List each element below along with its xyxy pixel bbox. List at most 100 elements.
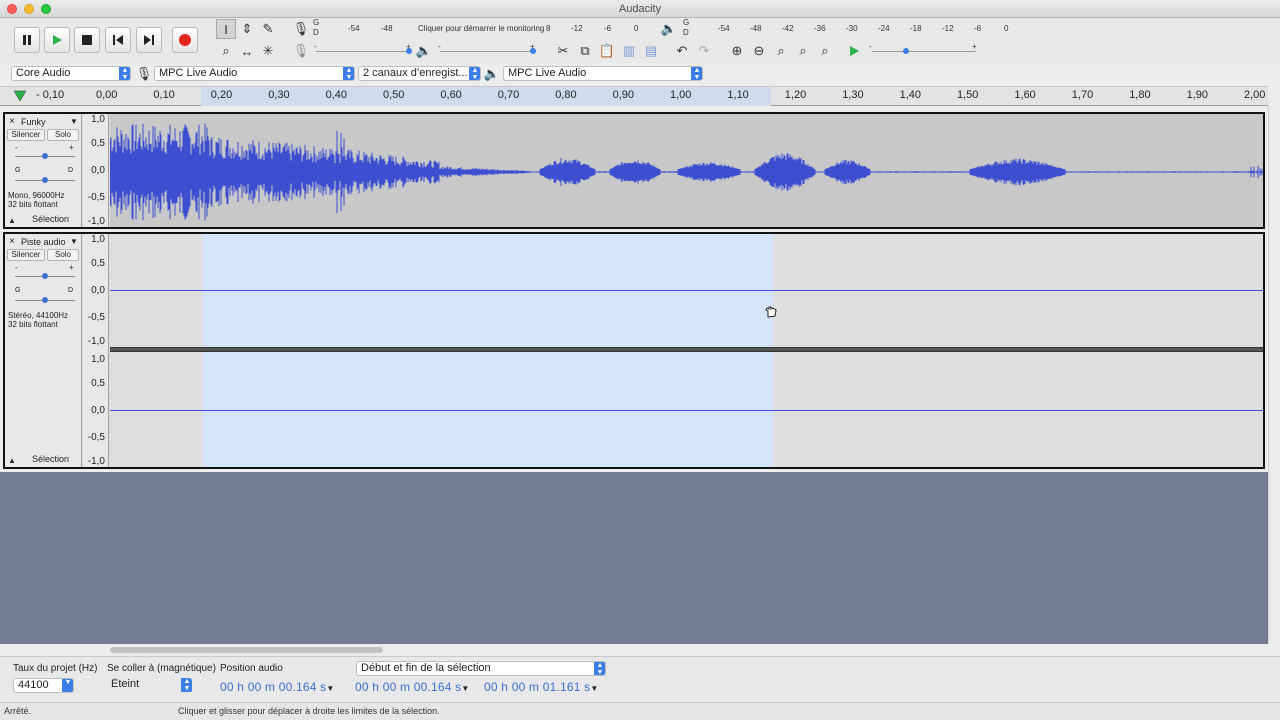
pan-slider[interactable] <box>15 297 75 303</box>
vertical-scrollbar[interactable] <box>1268 106 1280 644</box>
vertical-scale[interactable]: 1,0 0,5 0,0 -0,5 -1,0 <box>83 114 109 227</box>
ruler-tick-label: 1,80 <box>1129 89 1151 101</box>
fit-selection-button[interactable]: ⌕ <box>771 41 791 61</box>
redo-button[interactable]: ↷ <box>694 41 714 61</box>
ruler-tick-label: 0,10 <box>153 89 175 101</box>
zoom-tool[interactable]: ⌕ <box>216 41 236 61</box>
play-scale-tick: -30 <box>846 24 858 33</box>
slider-thumb[interactable] <box>42 153 48 159</box>
silence-button[interactable]: ▤ <box>641 41 661 61</box>
zoom-out-button[interactable]: ⊖ <box>749 41 769 61</box>
timeline-ruler[interactable]: - 0,10 0,00 0,10 0,20 0,30 0,40 0,50 0,60 0,70 0,… <box>0 86 1268 106</box>
scissors-icon: ✂ <box>557 43 569 58</box>
solo-button[interactable]: Solo <box>47 129 79 141</box>
zoom-in-button[interactable]: ⊕ <box>727 41 747 61</box>
gain-slider[interactable] <box>15 273 75 279</box>
output-device-icon: 🔈 <box>482 64 502 84</box>
track-header[interactable]: × Piste audio ▼ <box>5 236 82 248</box>
selection-start-field[interactable]: 00 h 00 m 00.164 s▼ <box>355 679 480 695</box>
track-menu-chevron-icon[interactable]: ▼ <box>70 117 78 126</box>
copy-button[interactable]: ⧉ <box>575 41 595 61</box>
track-header[interactable]: × Funky ▼ <box>5 116 82 128</box>
collapse-track-icon[interactable]: ▲ <box>8 216 16 225</box>
timeline-options-icon[interactable] <box>13 90 27 102</box>
selection-end-field[interactable]: 00 h 00 m 01.161 s▼ <box>484 679 609 695</box>
chevron-down-icon: ▼ <box>461 684 470 693</box>
record-icon <box>179 34 191 46</box>
select-track-button[interactable]: Sélection <box>23 454 78 466</box>
slider-thumb[interactable] <box>42 177 48 183</box>
selection-tool[interactable]: I <box>216 19 236 39</box>
channels-select[interactable]: 2 canaux d’enregist... ▲ ▼ <box>358 66 481 81</box>
chevron-updown-icon: ▲ ▼ <box>119 67 130 80</box>
horizontal-scrollbar[interactable] <box>0 644 1268 656</box>
track-menu-chevron-icon[interactable]: ▼ <box>70 237 78 246</box>
stop-button[interactable] <box>74 27 100 53</box>
scale-label: 1,0 <box>91 114 105 125</box>
waveform-area[interactable] <box>110 114 1263 227</box>
track-close-icon[interactable]: × <box>9 116 15 127</box>
audio-host-select[interactable]: Core Audio ▲ ▼ <box>11 66 131 81</box>
envelope-tool[interactable]: ⇕ <box>237 19 257 39</box>
slider-thumb[interactable] <box>42 297 48 303</box>
close-window-button[interactable] <box>7 4 17 14</box>
zoom-toggle-icon: ⌕ <box>821 43 829 58</box>
cut-button[interactable]: ✂ <box>553 41 573 61</box>
empty-track-area[interactable] <box>0 472 1268 644</box>
track-format: Mono, 96000Hz <box>8 191 65 200</box>
scale-label: 0,5 <box>91 258 105 269</box>
fit-project-button[interactable]: ⌕ <box>793 41 813 61</box>
record-meter-button[interactable]: 🎙 <box>291 19 311 39</box>
recording-volume-slider[interactable] <box>316 48 412 54</box>
project-rate-combo[interactable]: 44100 ▼ <box>13 678 74 693</box>
skip-to-start-button[interactable] <box>105 27 131 53</box>
mute-button[interactable]: Silencer <box>7 129 45 141</box>
input-device-select[interactable]: MPC Live Audio ▲ ▼ <box>154 66 355 81</box>
play-speed-slider[interactable] <box>872 48 976 54</box>
time-shift-tool[interactable]: ↔ <box>237 41 257 61</box>
track-name[interactable]: Piste audio <box>21 237 66 247</box>
solo-button[interactable]: Solo <box>47 249 79 261</box>
track-name[interactable]: Funky <box>21 117 46 127</box>
track-piste-audio[interactable]: × Piste audio ▼ Silencer Solo - + G D St… <box>3 232 1265 469</box>
ruler-tick-label: 1,30 <box>842 89 864 101</box>
mute-button[interactable]: Silencer <box>7 249 45 261</box>
play-scale-tick: -6 <box>974 24 982 33</box>
scrollbar-thumb[interactable] <box>110 647 383 653</box>
track-close-icon[interactable]: × <box>9 236 15 247</box>
record-scale-tick: -6 <box>604 24 612 33</box>
playback-volume-slider[interactable] <box>440 48 536 54</box>
record-button[interactable] <box>172 27 198 53</box>
chevron-down-icon: ▼ <box>326 684 335 693</box>
play-button[interactable] <box>44 27 70 53</box>
undo-button[interactable]: ↶ <box>672 41 692 61</box>
waveform-area[interactable] <box>110 234 1263 467</box>
play-meter-button[interactable]: 🔈 <box>659 19 679 39</box>
zoom-window-button[interactable] <box>41 4 51 14</box>
trim-button[interactable]: ▥ <box>619 41 639 61</box>
paste-button[interactable]: 📋 <box>597 41 617 61</box>
collapse-track-icon[interactable]: ▲ <box>8 456 16 465</box>
skip-to-end-button[interactable] <box>136 27 162 53</box>
slider-thumb[interactable] <box>42 273 48 279</box>
zoom-out-icon: ⊖ <box>753 43 765 58</box>
vertical-scale[interactable]: 1,0 0,5 0,0 -0,5 -1,0 1,0 0,5 0,0 -0,5 -… <box>83 234 109 467</box>
record-meter-hint[interactable]: Cliquer pour démarrer le monitoring <box>418 24 544 33</box>
audio-position-field[interactable]: 00 h 00 m 00.164 s▼ <box>220 679 345 695</box>
gain-slider[interactable] <box>15 153 75 159</box>
output-device-select[interactable]: MPC Live Audio ▲ ▼ <box>503 66 703 81</box>
select-track-button[interactable]: Sélection <box>23 214 78 226</box>
pan-slider[interactable] <box>15 177 75 183</box>
play-at-speed-button[interactable] <box>844 41 864 61</box>
chevron-down-icon: ▼ <box>590 684 599 693</box>
snap-to-select[interactable]: Éteint ▲ ▼ <box>107 678 192 693</box>
selection-mode-select[interactable]: Début et fin de la sélection ▲ ▼ <box>356 661 606 676</box>
pause-button[interactable] <box>14 27 40 53</box>
multi-tool[interactable]: ✳ <box>258 41 278 61</box>
slider-thumb[interactable] <box>903 48 909 54</box>
track-funky[interactable]: × Funky ▼ Silencer Solo - + G D Mono, 96… <box>3 112 1265 229</box>
minimize-window-button[interactable] <box>24 4 34 14</box>
draw-tool[interactable]: ✎ <box>258 19 278 39</box>
scale-label: -1,0 <box>87 336 105 347</box>
zoom-toggle-button[interactable]: ⌕ <box>815 41 835 61</box>
